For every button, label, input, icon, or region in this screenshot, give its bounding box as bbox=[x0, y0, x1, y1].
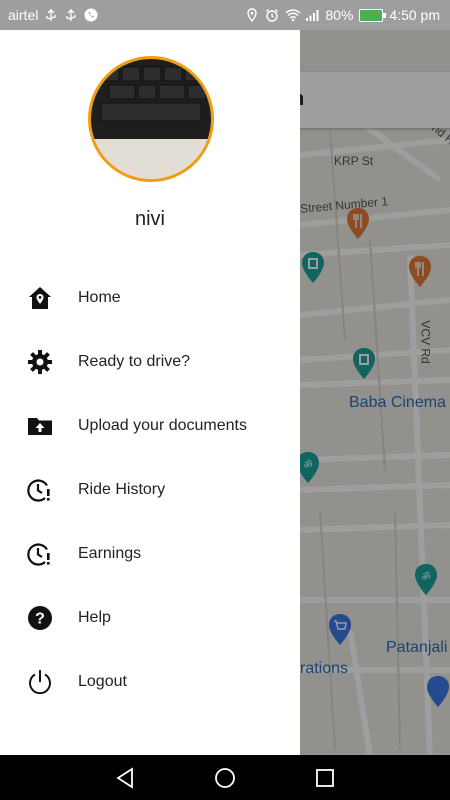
carrier-label: airtel bbox=[8, 7, 39, 23]
battery-percent: 80% bbox=[325, 7, 354, 23]
menu-item-label: Earnings bbox=[78, 545, 142, 562]
status-bar: airtel 80% 4:50 pm bbox=[0, 0, 450, 30]
clock-time: 4:50 pm bbox=[389, 7, 440, 23]
usb-icon bbox=[44, 8, 58, 22]
navigation-drawer: nivi Home Ready to drive? Upload your do… bbox=[0, 30, 300, 755]
menu-item-home[interactable]: Home bbox=[0, 270, 300, 326]
wifi-icon bbox=[285, 8, 301, 22]
svg-text:?: ? bbox=[35, 611, 45, 628]
gear-icon bbox=[26, 348, 54, 376]
menu-item-label: Ride History bbox=[78, 481, 166, 498]
recents-square-icon bbox=[316, 769, 334, 787]
menu-item-earnings[interactable]: Earnings bbox=[0, 526, 300, 582]
upload-folder-icon bbox=[26, 412, 54, 440]
menu-item-label: Logout bbox=[78, 673, 127, 690]
menu-item-label: Upload your documents bbox=[78, 417, 247, 434]
location-icon bbox=[245, 8, 259, 23]
menu-item-ready-to-drive[interactable]: Ready to drive? bbox=[0, 334, 300, 390]
username: nivi bbox=[134, 208, 165, 230]
clock-alert-icon bbox=[26, 540, 54, 568]
back-triangle-icon bbox=[116, 767, 133, 789]
recents-button[interactable] bbox=[312, 765, 338, 791]
home-icon bbox=[26, 284, 54, 312]
back-button[interactable] bbox=[112, 765, 138, 791]
signal-icon bbox=[305, 8, 319, 22]
menu-item-label: Help bbox=[78, 609, 111, 626]
system-nav-bar bbox=[0, 755, 450, 800]
usb-icon-2 bbox=[64, 8, 78, 22]
menu-item-ride-history[interactable]: Ride History bbox=[0, 462, 300, 518]
menu-item-label: Ready to drive? bbox=[78, 353, 191, 370]
phone-icon bbox=[84, 8, 98, 22]
menu-item-logout[interactable]: Logout bbox=[0, 654, 300, 710]
alarm-icon bbox=[265, 8, 279, 22]
home-circle-icon bbox=[215, 768, 235, 788]
power-icon bbox=[26, 668, 54, 696]
battery-icon bbox=[359, 8, 387, 22]
clock-alert-icon bbox=[26, 476, 54, 504]
menu-item-label: Home bbox=[78, 289, 121, 306]
avatar[interactable] bbox=[88, 56, 214, 182]
menu-item-help[interactable]: ? Help bbox=[0, 590, 300, 646]
help-icon: ? bbox=[26, 604, 54, 632]
home-nav-button[interactable] bbox=[212, 765, 238, 791]
menu-item-upload-documents[interactable]: Upload your documents bbox=[0, 398, 300, 454]
